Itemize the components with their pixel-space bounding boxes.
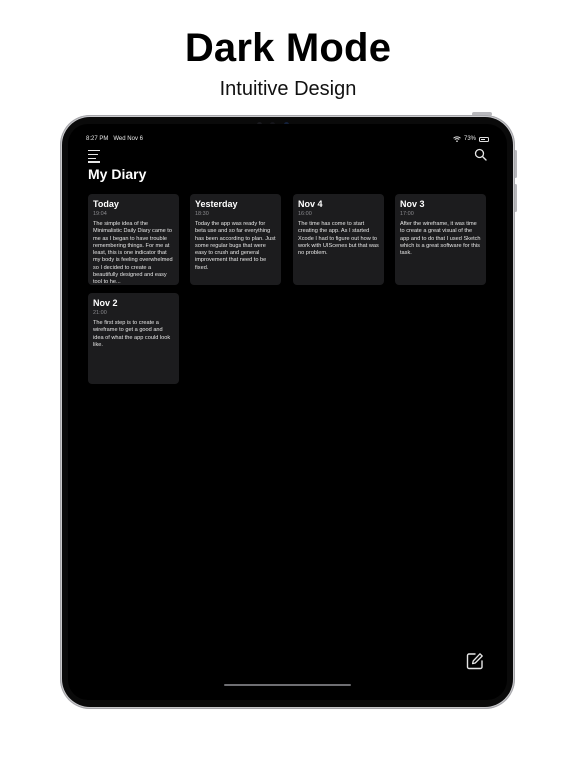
diary-entry-card[interactable]: Today 19:04 The simple idea of the Minim… <box>88 194 179 285</box>
status-bar-time: 8:27 PM Wed Nov 6 <box>86 136 143 142</box>
diary-entry-card[interactable]: Nov 2 21:00 The first step is to create … <box>88 293 179 384</box>
entry-time: 16:00 <box>298 211 312 217</box>
entry-time: 18:30 <box>195 211 209 217</box>
compose-icon[interactable] <box>466 652 484 670</box>
entry-text: Today the app was ready for beta use and… <box>195 221 276 271</box>
entry-text: The time has come to start creating the … <box>298 221 379 257</box>
home-indicator[interactable] <box>224 684 351 686</box>
entry-title: Yesterday <box>195 199 238 209</box>
entry-time: 17:00 <box>400 211 414 217</box>
battery-percent: 73% <box>463 136 476 142</box>
entry-title: Today <box>93 199 119 209</box>
wifi-icon <box>453 136 461 142</box>
page-title: My Diary <box>88 166 147 182</box>
entry-title: Nov 2 <box>93 298 118 308</box>
battery-level <box>481 138 486 140</box>
entry-text: The first step is to create a wireframe … <box>93 320 171 348</box>
menu-icon[interactable] <box>88 150 100 163</box>
entry-text: The simple idea of the Minimalistic Dail… <box>93 221 173 285</box>
entry-text: After the wireframe, it was time to crea… <box>400 221 481 257</box>
entry-time: 19:04 <box>93 211 107 217</box>
diary-entry-card[interactable]: Nov 4 16:00 The time has come to start c… <box>293 194 384 285</box>
battery-icon <box>479 136 489 142</box>
promo-subtitle: Intuitive Design <box>219 78 357 100</box>
diary-entry-card[interactable]: Nov 3 17:00 After the wireframe, it was … <box>395 194 486 285</box>
status-date: Wed Nov 6 <box>113 136 143 142</box>
entry-title: Nov 3 <box>400 199 425 209</box>
search-icon[interactable] <box>474 148 487 161</box>
app-screen: 8:27 PM Wed Nov 6 73% My Diary Today 19:… <box>68 124 507 700</box>
status-time: 8:27 PM <box>86 136 109 142</box>
entry-title: Nov 4 <box>298 199 323 209</box>
entry-time: 21:00 <box>93 310 107 316</box>
diary-entry-card[interactable]: Yesterday 18:30 Today the app was ready … <box>190 194 281 285</box>
status-bar-right: 73% <box>453 136 489 142</box>
promo-title: Dark Mode <box>184 26 392 70</box>
